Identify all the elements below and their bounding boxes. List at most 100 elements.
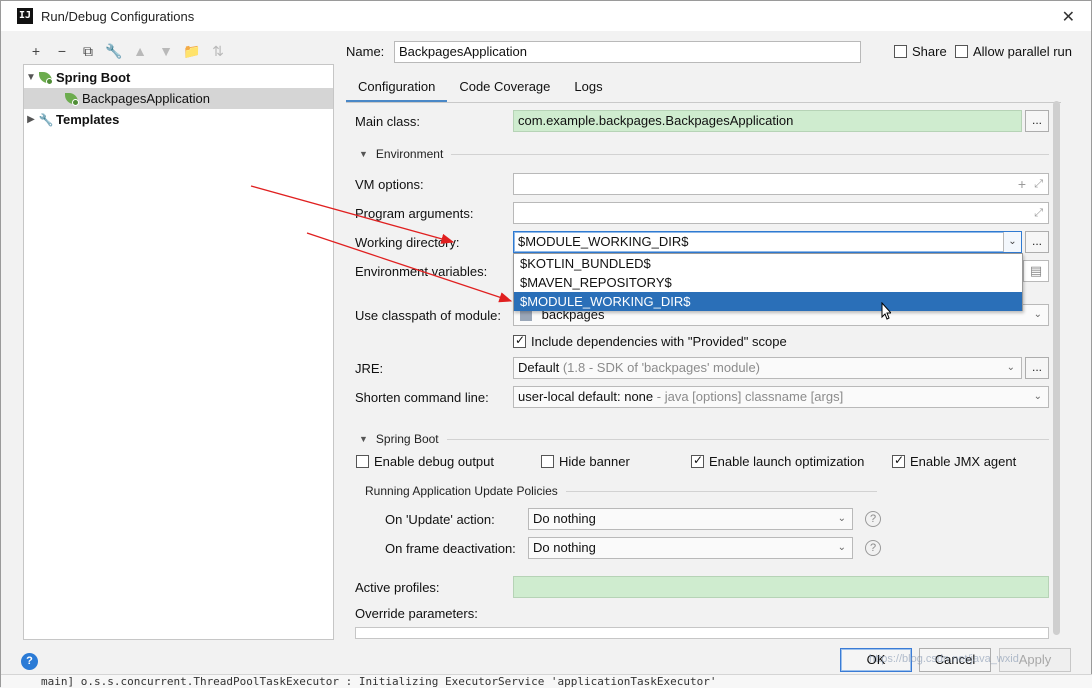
share-checkbox[interactable]: Share (894, 44, 947, 59)
shorten-command-label: Shorten command line: (355, 390, 489, 405)
popup-item-module-working-dir[interactable]: $MODULE_WORKING_DIR$ (514, 292, 1022, 311)
override-parameters-table[interactable] (355, 627, 1049, 639)
folder-icon[interactable]: 📁 (179, 41, 205, 61)
config-tree: ▼ Spring Boot BackpagesApplication ▶ 🔧 T… (23, 64, 334, 640)
intellij-icon: IJ (17, 8, 33, 24)
include-deps-box[interactable] (513, 333, 526, 348)
vm-options-label: VM options: (355, 177, 424, 192)
chevron-down-icon[interactable]: ⌄ (1007, 358, 1015, 378)
chevron-down-icon[interactable]: ⌄ (838, 509, 846, 529)
spring-boot-label: Spring Boot (375, 432, 439, 446)
allow-parallel-checkbox[interactable]: Allow parallel run (955, 44, 1072, 59)
tab-configuration[interactable]: Configuration (346, 75, 448, 103)
update-policies-section: Running Application Update Policies (365, 484, 877, 498)
chevron-down-icon[interactable]: ⌄ (838, 538, 846, 558)
scrollbar-thumb[interactable] (1053, 101, 1060, 635)
chevron-down-icon[interactable]: ▼ (359, 149, 368, 159)
sort-icon[interactable]: ⇅ (205, 41, 231, 61)
jre-select[interactable]: Default (1.8 - SDK of 'backpages' module… (513, 357, 1022, 379)
include-deps-label: Include dependencies with "Provided" sco… (531, 334, 787, 349)
tab-logs[interactable]: Logs (562, 75, 614, 103)
config-tabs: Configuration Code Coverage Logs (346, 75, 615, 103)
chevron-right-icon[interactable]: ▶ (24, 114, 38, 125)
document-icon[interactable]: ▤ (1023, 260, 1049, 282)
chevron-down-icon[interactable]: ⌄ (1034, 387, 1042, 407)
main-class-label: Main class: (355, 114, 421, 129)
jre-browse-button[interactable]: ... (1025, 357, 1049, 379)
help-icon[interactable]: ? (865, 511, 881, 527)
on-frame-select[interactable]: Do nothing ⌄ (528, 537, 853, 559)
working-directory-input[interactable]: $MODULE_WORKING_DIR$ ⌄ (513, 231, 1022, 253)
help-icon[interactable]: ? (21, 653, 38, 670)
jre-detail: (1.8 - SDK of 'backpages' module) (562, 360, 760, 375)
shorten-command-select[interactable]: user-local default: none - java [options… (513, 386, 1049, 408)
move-up-icon[interactable]: ▲ (127, 41, 153, 61)
add-icon[interactable]: + (1018, 174, 1026, 194)
jre-label: JRE: (355, 361, 384, 376)
allow-parallel-box[interactable] (955, 45, 968, 58)
working-directory-label: Working directory: (355, 235, 460, 250)
config-toolbar: + − ⧉ 🔧 ▲ ▼ 📁 ⇅ (23, 41, 231, 61)
environment-section[interactable]: ▼ Environment (359, 147, 1049, 161)
working-directory-value: $MODULE_WORKING_DIR$ (518, 234, 689, 249)
share-box[interactable] (894, 45, 907, 58)
chevron-down-icon[interactable]: ⌄ (1034, 305, 1042, 325)
help-icon[interactable]: ? (865, 540, 881, 556)
copy-icon[interactable]: ⧉ (75, 41, 101, 61)
jre-value: Default (518, 360, 560, 375)
jmx-agent-label: Enable JMX agent (910, 454, 1017, 469)
debug-output-box[interactable] (356, 455, 369, 468)
chevron-down-icon[interactable]: ⌄ (1003, 232, 1021, 252)
chevron-down-icon[interactable]: ▼ (359, 434, 368, 444)
jmx-agent-checkbox[interactable]: Enable JMX agent (892, 453, 1017, 469)
working-directory-browse-button[interactable]: ... (1025, 231, 1049, 253)
tree-templates-label: Templates (56, 112, 120, 127)
tab-code-coverage[interactable]: Code Coverage (447, 75, 562, 103)
hide-banner-checkbox[interactable]: Hide banner (541, 454, 630, 469)
popup-item-kotlin-bundled[interactable]: $KOTLIN_BUNDLED$ (514, 254, 1022, 273)
move-down-icon[interactable]: ▼ (153, 41, 179, 61)
tree-item-templates[interactable]: ▶ 🔧 Templates (24, 109, 333, 130)
spring-boot-icon (38, 71, 54, 85)
popup-item-maven-repository[interactable]: $MAVEN_REPOSITORY$ (514, 273, 1022, 292)
hide-banner-label: Hide banner (559, 454, 630, 469)
wrench-icon: 🔧 (38, 112, 54, 127)
wrench-icon[interactable]: 🔧 (101, 41, 127, 61)
include-deps-checkbox[interactable]: Include dependencies with "Provided" sco… (513, 333, 787, 349)
allow-parallel-label: Allow parallel run (973, 44, 1072, 59)
tree-item-backpages[interactable]: BackpagesApplication (24, 88, 333, 109)
active-profiles-input[interactable] (513, 576, 1049, 598)
main-class-input[interactable]: com.example.backpages.BackpagesApplicati… (513, 110, 1022, 132)
debug-output-label: Enable debug output (374, 454, 494, 469)
close-icon[interactable]: ✕ (1062, 7, 1075, 27)
classpath-module-label: Use classpath of module: (355, 308, 501, 323)
name-input[interactable]: BackpagesApplication (394, 41, 861, 63)
shorten-command-detail: - java [options] classname [args] (656, 389, 844, 404)
name-label: Name: (346, 44, 385, 59)
active-profiles-label: Active profiles: (355, 580, 440, 595)
main-class-browse-button[interactable]: ... (1025, 110, 1049, 132)
launch-optimization-box[interactable] (691, 453, 704, 468)
program-arguments-input[interactable]: ⤢ (513, 202, 1049, 224)
debug-output-checkbox[interactable]: Enable debug output (356, 454, 494, 469)
launch-optimization-label: Enable launch optimization (709, 454, 865, 469)
tree-group-label: Spring Boot (56, 70, 131, 85)
launch-optimization-checkbox[interactable]: Enable launch optimization (691, 453, 865, 469)
section-divider (565, 490, 877, 492)
spring-boot-section[interactable]: ▼ Spring Boot (359, 432, 1049, 446)
hide-banner-box[interactable] (541, 455, 554, 468)
environment-label: Environment (375, 147, 444, 161)
form-scrollbar[interactable] (1052, 101, 1061, 635)
expand-icon[interactable]: ⤢ (1034, 203, 1043, 223)
on-update-select[interactable]: Do nothing ⌄ (528, 508, 853, 530)
share-label: Share (912, 44, 947, 59)
remove-icon[interactable]: − (49, 41, 75, 61)
chevron-down-icon[interactable]: ▼ (24, 72, 38, 83)
module-icon (520, 310, 532, 321)
jmx-agent-box[interactable] (892, 453, 905, 468)
shorten-command-value: user-local default: none (518, 389, 654, 404)
add-icon[interactable]: + (23, 41, 49, 61)
vm-options-input[interactable]: + ⤢ (513, 173, 1049, 195)
expand-icon[interactable]: ⤢ (1034, 174, 1043, 194)
tree-item-spring-boot[interactable]: ▼ Spring Boot (24, 67, 333, 88)
